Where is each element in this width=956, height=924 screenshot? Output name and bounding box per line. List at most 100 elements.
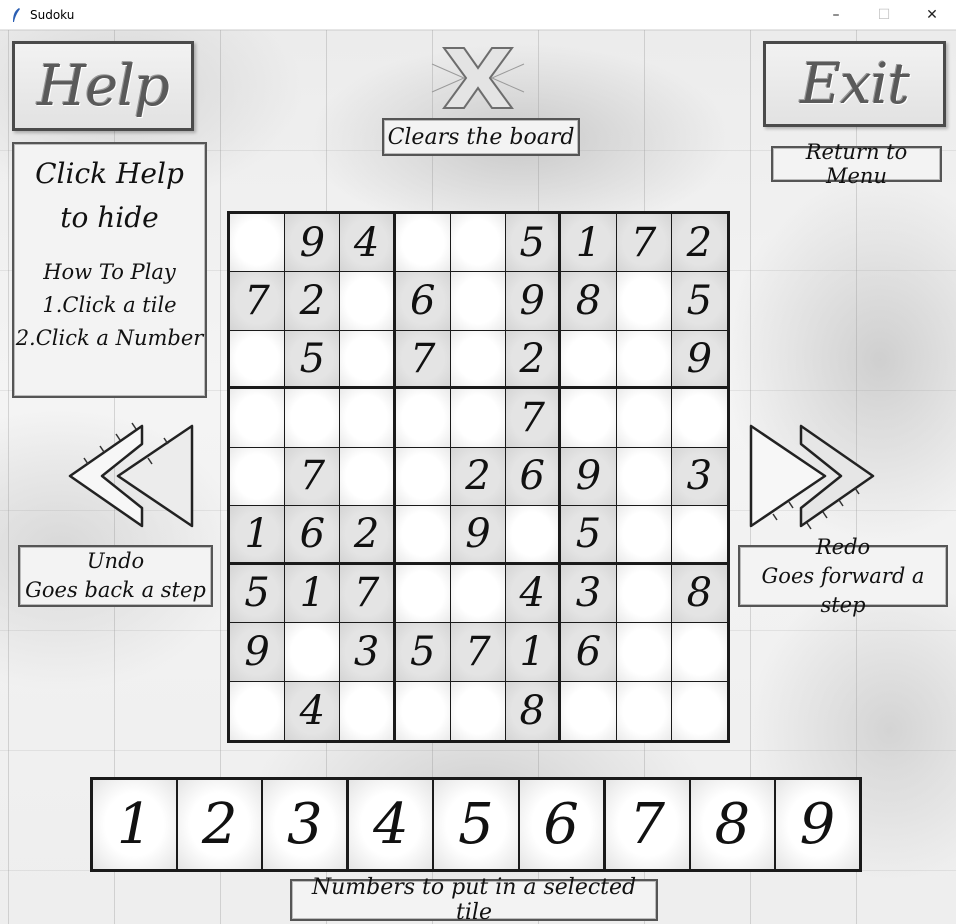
board-cell[interactable]: 9 xyxy=(561,447,617,507)
board-cell[interactable]: 7 xyxy=(395,330,451,390)
board-cell[interactable] xyxy=(561,681,617,740)
board-cell[interactable]: 5 xyxy=(506,214,562,273)
board-cell[interactable]: 9 xyxy=(506,272,562,331)
redo-button[interactable] xyxy=(745,422,881,532)
number-button-5[interactable]: 5 xyxy=(434,780,518,869)
board-cell[interactable]: 7 xyxy=(616,214,672,273)
board-cell[interactable]: 6 xyxy=(561,623,617,682)
number-button-8[interactable]: 8 xyxy=(690,780,774,869)
number-button-7[interactable]: 7 xyxy=(605,780,689,869)
board-cell[interactable] xyxy=(230,681,286,740)
close-button[interactable]: ✕ xyxy=(908,0,956,30)
board-cell[interactable] xyxy=(450,681,507,740)
board-cell[interactable]: 2 xyxy=(506,330,562,390)
board-cell[interactable] xyxy=(450,564,507,624)
board-cell[interactable]: 2 xyxy=(671,214,727,273)
board-cell[interactable]: 9 xyxy=(671,330,727,390)
board-cell[interactable]: 4 xyxy=(340,214,396,273)
board-cell[interactable] xyxy=(616,564,672,624)
board-cell[interactable] xyxy=(230,447,286,507)
board-cell[interactable] xyxy=(340,447,396,507)
minimize-button[interactable]: – xyxy=(812,0,860,30)
board-cell[interactable] xyxy=(616,506,672,565)
number-button-1[interactable]: 1 xyxy=(93,780,177,869)
board-cell[interactable]: 3 xyxy=(671,447,727,507)
board-cell[interactable]: 6 xyxy=(506,447,562,507)
board-cell[interactable]: 6 xyxy=(395,272,451,331)
number-button-2[interactable]: 2 xyxy=(178,780,262,869)
maximize-button[interactable]: ☐ xyxy=(860,0,908,30)
board-cell[interactable] xyxy=(230,330,286,390)
board-cell[interactable]: 3 xyxy=(561,564,617,624)
board-cell[interactable]: 7 xyxy=(450,623,507,682)
board-cell[interactable] xyxy=(230,389,286,448)
board-cell[interactable]: 7 xyxy=(230,272,286,331)
board-cell[interactable] xyxy=(616,447,672,507)
board-cell[interactable] xyxy=(616,681,672,740)
board-cell[interactable]: 3 xyxy=(340,623,396,682)
board-cell[interactable] xyxy=(340,681,396,740)
board-cell[interactable] xyxy=(340,330,396,390)
board-cell[interactable]: 8 xyxy=(561,272,617,331)
board-cell[interactable] xyxy=(395,447,451,507)
board-cell[interactable] xyxy=(395,564,451,624)
board-cell[interactable] xyxy=(561,330,617,390)
board-cell[interactable] xyxy=(450,272,507,331)
board-cell[interactable]: 2 xyxy=(285,272,341,331)
board-cell[interactable]: 2 xyxy=(450,447,507,507)
clear-board-caption: Clears the board xyxy=(382,118,580,156)
board-cell[interactable]: 1 xyxy=(561,214,617,273)
board-cell[interactable] xyxy=(230,214,286,273)
board-cell[interactable]: 5 xyxy=(395,623,451,682)
board-cell[interactable] xyxy=(395,389,451,448)
board-cell[interactable] xyxy=(616,389,672,448)
number-button-6[interactable]: 6 xyxy=(519,780,603,869)
board-cell[interactable]: 7 xyxy=(340,564,396,624)
board-cell[interactable] xyxy=(340,272,396,331)
board-cell[interactable]: 8 xyxy=(671,564,727,624)
board-cell[interactable]: 9 xyxy=(450,506,507,565)
number-button-9[interactable]: 9 xyxy=(775,780,859,869)
board-cell[interactable] xyxy=(285,389,341,448)
board-cell[interactable] xyxy=(395,214,451,273)
board-cell[interactable] xyxy=(450,330,507,390)
board-cell[interactable]: 8 xyxy=(506,681,562,740)
board-cell[interactable] xyxy=(671,681,727,740)
board-cell[interactable]: 9 xyxy=(230,623,286,682)
board-cell[interactable] xyxy=(395,681,451,740)
board-cell[interactable]: 1 xyxy=(285,564,341,624)
board-cell[interactable]: 1 xyxy=(230,506,286,565)
undo-button[interactable] xyxy=(62,422,198,532)
exit-button[interactable]: Exit xyxy=(763,41,946,127)
board-cell[interactable] xyxy=(285,623,341,682)
board-cell[interactable] xyxy=(616,623,672,682)
board-cell[interactable]: 5 xyxy=(285,330,341,390)
board-cell[interactable]: 1 xyxy=(506,623,562,682)
board-cell[interactable] xyxy=(450,389,507,448)
board-cell[interactable] xyxy=(506,506,562,565)
board-cell[interactable]: 5 xyxy=(230,564,286,624)
board-cell[interactable]: 4 xyxy=(285,681,341,740)
board-cell[interactable]: 7 xyxy=(506,389,562,448)
board-cell[interactable] xyxy=(616,272,672,331)
help-button[interactable]: Help xyxy=(12,41,194,131)
board-cell[interactable] xyxy=(616,330,672,390)
number-button-4[interactable]: 4 xyxy=(349,780,433,869)
board-cell[interactable] xyxy=(671,506,727,565)
board-cell[interactable]: 5 xyxy=(561,506,617,565)
board-cell[interactable]: 5 xyxy=(671,272,727,331)
board-cell[interactable]: 7 xyxy=(285,447,341,507)
board-cell[interactable]: 6 xyxy=(285,506,341,565)
board-cell[interactable] xyxy=(671,623,727,682)
number-button-3[interactable]: 3 xyxy=(263,780,347,869)
board-cell[interactable] xyxy=(450,214,507,273)
board-cell[interactable]: 4 xyxy=(506,564,562,624)
board-cell[interactable]: 9 xyxy=(285,214,341,273)
board-cell[interactable]: 2 xyxy=(340,506,396,565)
clear-board-button[interactable] xyxy=(424,42,532,114)
fast-forward-double-arrow-icon xyxy=(749,424,875,530)
board-cell[interactable] xyxy=(671,389,727,448)
board-cell[interactable] xyxy=(561,389,617,448)
board-cell[interactable] xyxy=(340,389,396,448)
board-cell[interactable] xyxy=(395,506,451,565)
